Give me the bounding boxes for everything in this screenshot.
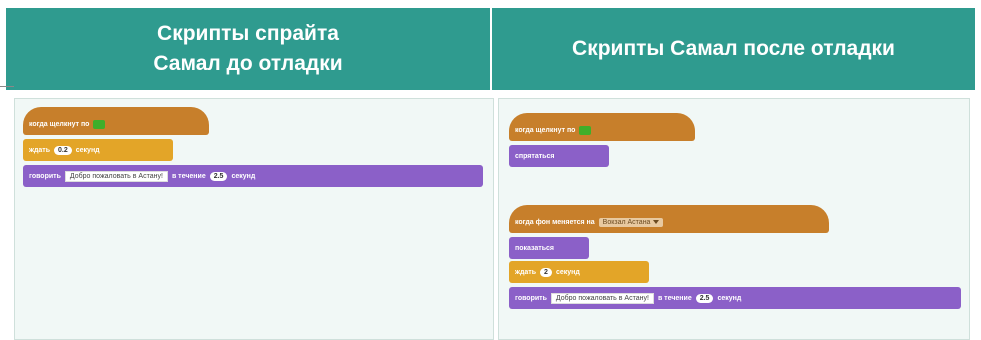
say-for-seconds-block[interactable]: говорить Добро пожаловать в Астану! в те…	[509, 287, 961, 309]
header-left-line1: Скрипты спрайта	[157, 22, 339, 45]
wait-label: ждать	[515, 268, 537, 276]
say-unit-label: секунд	[231, 172, 256, 180]
wait-seconds-input[interactable]: 0.2	[54, 145, 72, 155]
backdrop-hat-label: когда фон меняется на	[515, 218, 595, 226]
say-during-label: в течение	[171, 172, 206, 180]
show-block[interactable]: показаться	[509, 237, 589, 259]
say-for-seconds-block[interactable]: говорить Добро пожаловать в Астану! в те…	[23, 165, 483, 187]
show-label: показаться	[515, 244, 554, 252]
say-unit-label: секунд	[717, 294, 742, 302]
script-panel-after: когда щелкнут по спрятаться когда фон ме…	[498, 98, 970, 340]
wait-unit-label: секунд	[75, 146, 100, 154]
script-panel-before: когда щелкнут по ждать 0.2 секунд говори…	[14, 98, 494, 340]
wait-block[interactable]: ждать 2 секунд	[509, 261, 649, 283]
when-backdrop-switches-block[interactable]: когда фон меняется на Вокзал Астана	[509, 205, 829, 233]
say-text-input[interactable]: Добро пожаловать в Астану!	[64, 170, 168, 182]
when-flag-label: когда щелкнут по	[515, 126, 576, 134]
say-seconds-input[interactable]: 2.5	[209, 171, 228, 181]
header-right-title: Скрипты Самал после отладки	[572, 37, 895, 60]
header-after-debugging: Скрипты Самал после отладки	[492, 8, 975, 90]
wait-label: ждать	[29, 146, 51, 154]
green-flag-icon	[579, 125, 592, 135]
comparison-frame: Скрипты спрайта Самал до отладки Скрипты…	[6, 8, 975, 340]
wait-unit-label: секунд	[555, 268, 580, 276]
header-before-debugging: Скрипты спрайта Самал до отладки	[6, 8, 490, 90]
backdrop-value: Вокзал Астана	[602, 218, 651, 226]
hide-label: спрятаться	[515, 152, 555, 160]
wait-block[interactable]: ждать 0.2 секунд	[23, 139, 173, 161]
wait-seconds-input[interactable]: 2	[540, 267, 552, 277]
say-text-input[interactable]: Добро пожаловать в Астану!	[550, 292, 654, 304]
backdrop-dropdown[interactable]: Вокзал Астана	[598, 217, 664, 227]
divider-mark	[0, 86, 14, 87]
when-flag-clicked-block[interactable]: когда щелкнут по	[509, 113, 695, 141]
say-label: говорить	[29, 172, 61, 180]
dropdown-caret-icon	[653, 220, 660, 224]
say-seconds-input[interactable]: 2.5	[695, 293, 714, 303]
green-flag-icon	[93, 119, 106, 129]
hide-block[interactable]: спрятаться	[509, 145, 609, 167]
when-flag-label: когда щелкнут по	[29, 120, 90, 128]
header-left-line2: Самал до отладки	[153, 52, 343, 75]
say-label: говорить	[515, 294, 547, 302]
say-during-label: в течение	[657, 294, 692, 302]
when-flag-clicked-block[interactable]: когда щелкнут по	[23, 107, 209, 135]
